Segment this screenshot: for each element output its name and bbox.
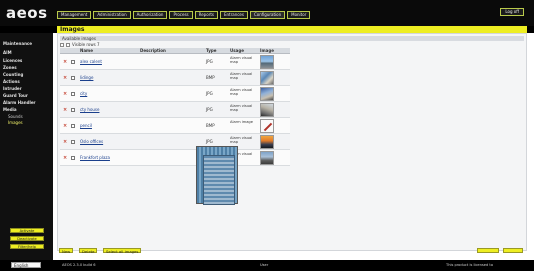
sidebar-subitem-images[interactable]: Images (8, 120, 23, 125)
delete-icon[interactable]: × (63, 123, 67, 129)
image-usage: Alarm image (230, 120, 253, 124)
image-type: JPG (206, 91, 213, 96)
image-type: JPG (206, 107, 213, 112)
sidebar-item-maintenance[interactable]: Maintenance (3, 41, 32, 46)
tab-monitor[interactable]: Monitor (287, 11, 311, 19)
sidebar-item-intruder[interactable]: Intruder (3, 86, 22, 91)
delete-icon[interactable]: × (63, 91, 67, 97)
image-thumbnail[interactable] (260, 151, 274, 165)
filter-row: Visible rows 7 (60, 42, 100, 47)
table-row[interactable]: × pencil BMP Alarm image (60, 118, 290, 134)
row-checkbox[interactable] (71, 108, 75, 112)
image-name-link[interactable]: lidinge (80, 75, 93, 80)
logout-button[interactable]: Log off (500, 8, 524, 16)
main-tabs: Management Administration Authorization … (57, 11, 311, 19)
image-name-link[interactable]: Oslo offices (80, 139, 103, 144)
image-name-link[interactable]: Frankfort plaza (80, 155, 110, 160)
save-button[interactable] (477, 248, 499, 253)
image-type: JPG (206, 59, 213, 64)
delete-icon[interactable]: × (63, 59, 67, 65)
license-notice: This product is licensed to (446, 263, 494, 267)
image-usage: Alarm visual map (230, 72, 253, 81)
aeos-logo: aeos (6, 4, 48, 22)
row-checkbox[interactable] (71, 60, 75, 64)
version-label: AEOS 2.3.0 build 6 (62, 263, 96, 267)
sidebar-item-alarm-handler[interactable]: Alarm Handler (3, 100, 36, 105)
filter-help-button[interactable]: Filter/help (10, 244, 44, 249)
image-thumbnail[interactable] (260, 71, 274, 85)
select-all-checkbox[interactable] (60, 42, 64, 47)
delete-icon[interactable]: × (63, 75, 67, 81)
deactivate-button[interactable]: Deactivate (10, 236, 44, 241)
sidebar-item-actions[interactable]: Actions (3, 79, 20, 84)
image-name-link[interactable]: cty house (80, 107, 99, 112)
row-checkbox[interactable] (71, 156, 75, 160)
row-checkbox[interactable] (71, 140, 75, 144)
table-row[interactable]: × cty house JPG Alarm visual map (60, 102, 290, 118)
image-thumbnail[interactable] (260, 135, 274, 149)
sidebar-item-counting[interactable]: Counting (3, 72, 23, 77)
image-thumbnail[interactable] (260, 87, 274, 101)
select-all-images-button[interactable]: Select all images (103, 248, 142, 254)
tab-process[interactable]: Process (169, 11, 193, 19)
visible-rows-label: Visible rows 7 (72, 42, 100, 47)
content-panel: Available images Visible rows 7 Name Des… (57, 33, 527, 251)
image-preview-popup (196, 146, 238, 205)
pencil-icon[interactable] (260, 119, 274, 133)
image-name-link[interactable]: city (80, 91, 87, 96)
top-navigation-bar: aeos Management Administration Authoriza… (0, 0, 534, 26)
image-usage: Alarm visual map (230, 136, 253, 145)
sidebar-item-guard-tour[interactable]: Guard Tour (3, 93, 28, 98)
image-thumbnail[interactable] (260, 55, 274, 69)
tab-management[interactable]: Management (57, 11, 92, 19)
table-row[interactable]: × city JPG Alarm visual map (60, 86, 290, 102)
tab-authorization[interactable]: Authorization (132, 11, 168, 19)
tab-administration[interactable]: Administration (93, 11, 131, 19)
image-type: BMP (206, 75, 215, 80)
sidebar-item-media[interactable]: Media (3, 107, 17, 112)
table-row[interactable]: × alex calent JPG Alarm visual map (60, 54, 290, 70)
new-button[interactable]: New (59, 248, 74, 254)
filter-icon[interactable] (66, 42, 70, 47)
row-checkbox[interactable] (71, 124, 75, 128)
user-label: User (260, 263, 269, 267)
page-title: Images (57, 26, 527, 33)
bottom-action-bar: New Delete Select all images (57, 247, 527, 254)
image-usage: Alarm visual map (230, 104, 253, 113)
row-checkbox[interactable] (71, 92, 75, 96)
image-usage: Alarm visual map (230, 56, 253, 65)
tab-configuration[interactable]: Configuration (249, 11, 286, 19)
language-select[interactable]: English (11, 262, 41, 268)
table-row[interactable]: × Oslo offices JPG Alarm visual map (60, 134, 290, 150)
image-type: JPG (206, 139, 213, 144)
sidebar-item-licences[interactable]: Licences (3, 58, 22, 63)
sidebar-item-zones[interactable]: Zones (3, 65, 17, 70)
tab-entrances[interactable]: Entrances (219, 11, 248, 19)
image-name-link[interactable]: alex calent (80, 59, 102, 64)
image-usage: Alarm visual map (230, 88, 253, 97)
image-name-link[interactable]: pencil (80, 123, 92, 128)
cancel-button[interactable] (503, 248, 523, 253)
sidebar-item-aim[interactable]: AIM (3, 50, 12, 55)
table-row[interactable]: × lidinge BMP Alarm visual map (60, 70, 290, 86)
delete-button[interactable]: Delete (79, 248, 98, 254)
image-thumbnail[interactable] (260, 103, 274, 117)
delete-icon[interactable]: × (63, 155, 67, 161)
sidebar-subitem-sounds[interactable]: Sounds (8, 114, 23, 119)
row-checkbox[interactable] (71, 76, 75, 80)
images-table: Name Description Type Usage Image × alex… (60, 48, 290, 166)
table-row[interactable]: × Frankfort plaza JPG Alarm visual map (60, 150, 290, 166)
delete-icon[interactable]: × (63, 139, 67, 145)
section-title: Available images (60, 36, 524, 41)
tab-reports[interactable]: Reports (194, 11, 218, 19)
delete-icon[interactable]: × (63, 107, 67, 113)
image-type: BMP (206, 123, 215, 128)
activate-button[interactable]: Activate (10, 228, 44, 233)
